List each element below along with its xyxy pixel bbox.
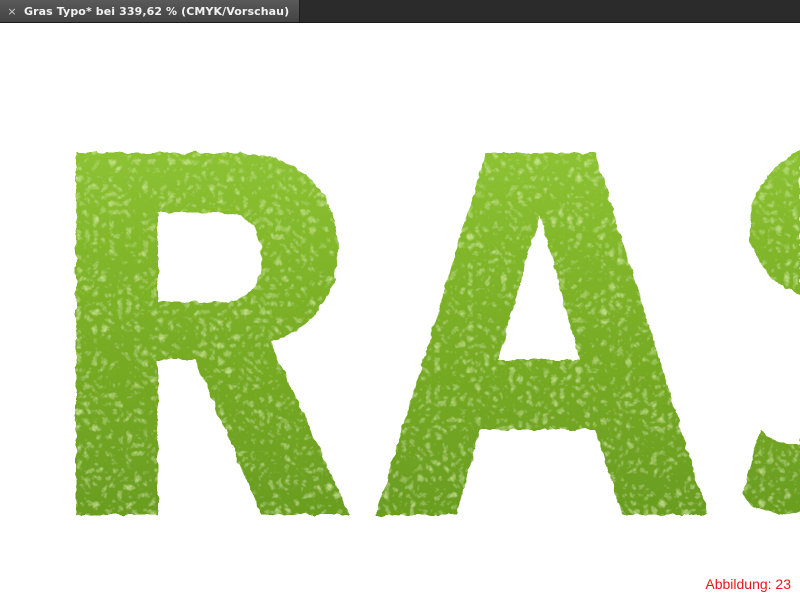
document-tab[interactable]: × Gras Typo* bei 339,62 % (CMYK/Vorschau… (0, 0, 301, 22)
letter-a (376, 153, 708, 515)
grass-lettering (76, 150, 800, 515)
letter-s (742, 150, 800, 515)
document-canvas[interactable]: Abbildung: 23 (0, 23, 800, 600)
letter-r (76, 153, 350, 515)
document-tab-bar: × Gras Typo* bei 339,62 % (CMYK/Vorschau… (0, 0, 800, 23)
figure-caption: Abbildung: 23 (705, 576, 791, 592)
close-icon[interactable]: × (6, 5, 18, 18)
document-title: Gras Typo* bei 339,62 % (CMYK/Vorschau) (24, 4, 290, 18)
